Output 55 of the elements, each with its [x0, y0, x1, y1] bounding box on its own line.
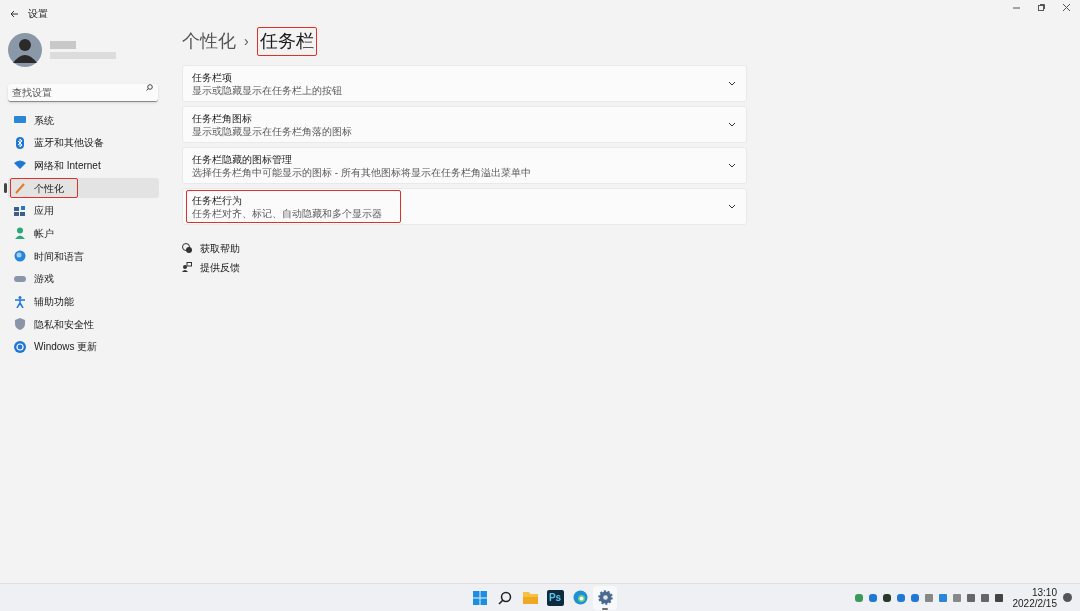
help-link[interactable]: 获取帮助 [200, 240, 240, 256]
card-title: 任务栏行为 [192, 193, 243, 207]
search-icon [146, 84, 153, 91]
clock-time[interactable]: 13:10 [1031, 586, 1057, 598]
chevron-down-icon[interactable] [728, 81, 736, 86]
brush-icon [14, 182, 26, 195]
nav-item[interactable]: 帐户 [8, 223, 159, 244]
chevron-down-icon[interactable] [728, 163, 736, 168]
page-title: 任务栏 [256, 27, 317, 56]
settings-icon[interactable] [593, 585, 617, 610]
help-icon [182, 243, 192, 253]
nav-item[interactable]: 系统 [8, 110, 159, 130]
card-title: 任务栏角图标 [192, 111, 253, 125]
nav-item[interactable]: 时间和语言 [8, 246, 159, 267]
shield-icon [14, 318, 26, 331]
card-subtitle: 选择任务栏角中可能显示的图标 - 所有其他图标将显示在任务栏角溢出菜单中 [192, 165, 532, 179]
chevron-down-icon[interactable] [728, 122, 736, 127]
card-subtitle: 任务栏对齐、标记、自动隐藏和多个显示器 [192, 206, 383, 220]
nav-item[interactable]: 网络和 Internet [8, 155, 159, 176]
search-field[interactable]: 查找设置 [8, 84, 158, 102]
breadcrumb-parent[interactable]: 个性化 [182, 28, 236, 55]
card-subtitle: 显示或隐藏显示在任务栏角落的图标 [192, 124, 353, 138]
accessibility-icon [14, 295, 26, 308]
nav-item[interactable]: 辅助功能 [8, 291, 159, 312]
nav-item[interactable]: 隐私和安全性 [8, 314, 159, 335]
nav-item[interactable]: 应用 [8, 200, 159, 221]
back-icon[interactable] [10, 9, 18, 18]
nav-item[interactable]: 游戏 [8, 268, 159, 289]
notification-icon[interactable] [1063, 593, 1072, 602]
settings-card[interactable]: 任务栏行为 任务栏对齐、标记、自动隐藏和多个显示器 [182, 188, 747, 225]
apps-icon [14, 204, 26, 217]
nav-item[interactable]: Windows 更新 [8, 336, 159, 357]
settings-card[interactable]: 任务栏项 显示或隐藏显示在任务栏上的按钮 [182, 65, 747, 102]
bluetooth-icon [14, 136, 26, 149]
card-title: 任务栏隐藏的图标管理 [192, 152, 293, 166]
avatar-icon [8, 33, 42, 67]
system-icon [14, 114, 26, 126]
card-subtitle: 显示或隐藏显示在任务栏上的按钮 [192, 83, 343, 97]
feedback-icon [182, 262, 192, 272]
help-link[interactable]: 提供反馈 [200, 259, 240, 275]
clock-date[interactable]: 2022/2/15 [1012, 597, 1057, 609]
maximize-icon[interactable] [1038, 4, 1045, 11]
nav-item[interactable]: 蓝牙和其他设备 [8, 132, 159, 153]
chevron-down-icon[interactable] [728, 204, 736, 209]
window-title: 设置 [28, 7, 48, 21]
settings-card[interactable]: 任务栏隐藏的图标管理 选择任务栏角中可能显示的图标 - 所有其他图标将显示在任务栏角溢出菜单中 [182, 147, 747, 184]
card-title: 任务栏项 [192, 70, 233, 84]
close-icon[interactable] [1063, 4, 1070, 11]
breadcrumb-separator: › [244, 32, 249, 51]
blurred-account-name [50, 41, 116, 59]
wifi-icon [14, 159, 26, 172]
globe-icon [14, 250, 26, 263]
settings-card[interactable]: 任务栏角图标 显示或隐藏显示在任务栏角落的图标 [182, 106, 747, 143]
update-icon [14, 340, 26, 353]
person-icon [14, 227, 26, 240]
